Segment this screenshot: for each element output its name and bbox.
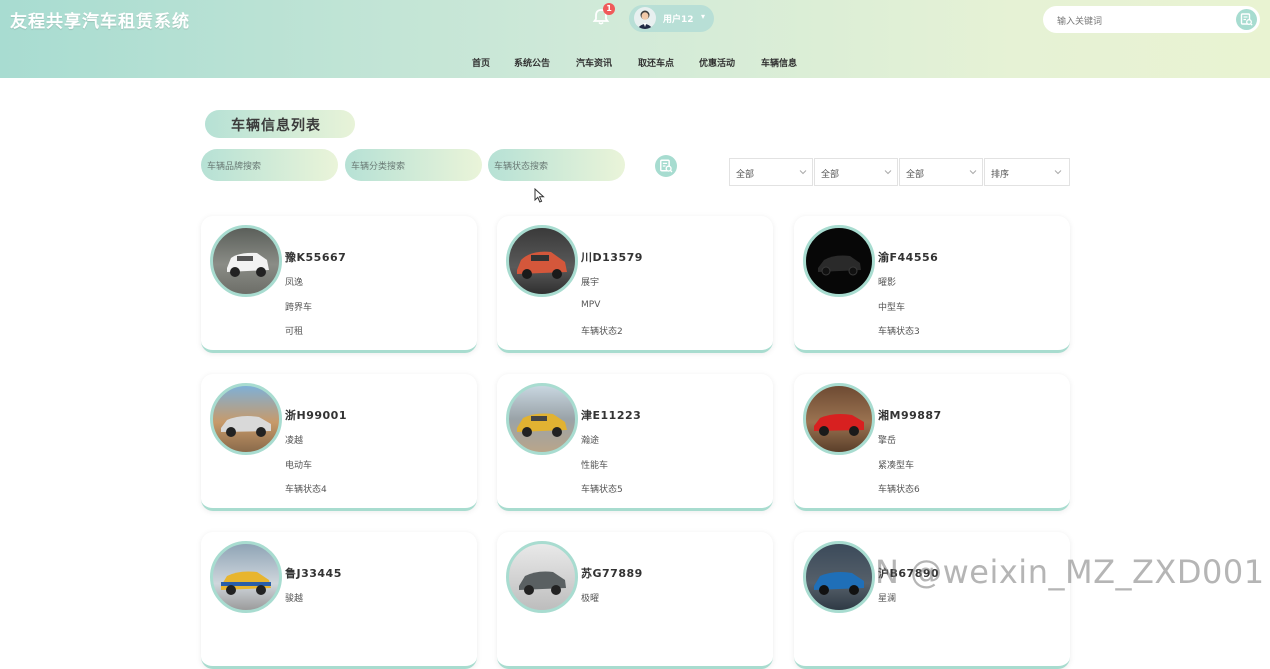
- vehicle-plate: 苏G77889: [581, 567, 643, 580]
- vehicle-brand: 凌越: [285, 436, 304, 446]
- vehicle-status: 车辆状态2: [581, 327, 623, 337]
- nav-item-car-news[interactable]: 汽车资讯: [576, 56, 612, 69]
- user-menu[interactable]: 用户12 ▾: [629, 5, 714, 32]
- vehicle-plate: 川D13579: [581, 251, 643, 264]
- mouse-cursor-icon: [534, 188, 545, 203]
- vehicle-category: 跨界车: [285, 303, 313, 313]
- header-search-input[interactable]: 输入关键词: [1057, 14, 1102, 27]
- filter-search-button[interactable]: [655, 155, 677, 177]
- header-search-button[interactable]: [1236, 9, 1257, 30]
- car-photo: [506, 383, 578, 455]
- vehicle-plate: 豫K55667: [285, 251, 347, 264]
- site-brand[interactable]: 友程共享汽车租赁系统: [10, 7, 190, 32]
- vehicle-category: 紧凑型车: [878, 461, 915, 471]
- search-icon: [660, 159, 673, 173]
- filter-select-3[interactable]: 全部: [899, 158, 983, 186]
- filter-select-1-value: 全部: [736, 170, 755, 180]
- filter-select-2-value: 全部: [821, 170, 840, 180]
- car-photo: [506, 541, 578, 613]
- main-nav: 首页 系统公告 汽车资讯 取还车点 优惠活动 车辆信息: [0, 56, 1270, 70]
- chevron-down-icon: [799, 170, 807, 175]
- vehicle-category: MPV: [581, 300, 601, 310]
- vehicle-card[interactable]: 苏G77889 极曜: [497, 532, 773, 669]
- chevron-down-icon: [884, 170, 892, 175]
- vehicle-card[interactable]: 津E11223 瀚途 性能车 车辆状态5: [497, 374, 773, 511]
- vehicle-status: 车辆状态4: [285, 485, 327, 495]
- filter-select-1[interactable]: 全部: [729, 158, 813, 186]
- page-title: 车辆信息列表: [231, 118, 321, 134]
- brand-search-placeholder: 车辆品牌搜索: [207, 162, 262, 172]
- vehicle-brand: 凤逸: [285, 278, 304, 288]
- watermark-text: N @weixin_MZ_ZXD001: [875, 553, 1265, 591]
- vehicle-brand: 展宇: [581, 278, 600, 288]
- top-header: 友程共享汽车租赁系统 1 用户12 ▾ 输入关键词 首页 系统公告 汽车资讯 取…: [0, 0, 1270, 78]
- vehicle-card[interactable]: 豫K55667 凤逸 跨界车 可租: [201, 216, 477, 353]
- notification-badge: 1: [603, 3, 615, 15]
- car-photo: [506, 225, 578, 297]
- user-avatar: [634, 7, 656, 29]
- vehicle-plate: 湘M99887: [878, 409, 942, 422]
- chevron-down-icon: ▾: [701, 12, 706, 21]
- vehicle-category: 电动车: [285, 461, 313, 471]
- car-photo: [803, 383, 875, 455]
- car-photo: [803, 225, 875, 297]
- nav-item-vehicles[interactable]: 车辆信息: [761, 56, 797, 69]
- car-photo: [803, 541, 875, 613]
- nav-item-pickup-points[interactable]: 取还车点: [638, 56, 674, 69]
- section-title: 车辆信息列表: [205, 110, 355, 138]
- brand-search-input[interactable]: 车辆品牌搜索: [201, 149, 338, 181]
- car-photo: [210, 383, 282, 455]
- chevron-down-icon: [1054, 170, 1062, 175]
- vehicle-category: 性能车: [581, 461, 609, 471]
- vehicle-brand: 极曜: [581, 594, 600, 604]
- nav-item-promotions[interactable]: 优惠活动: [699, 56, 735, 69]
- search-icon: [1240, 13, 1253, 26]
- filter-select-3-value: 全部: [906, 170, 925, 180]
- sort-select[interactable]: 排序: [984, 158, 1070, 186]
- nav-item-announcements[interactable]: 系统公告: [514, 56, 550, 69]
- vehicle-status: 车辆状态3: [878, 327, 920, 337]
- vehicle-brand: 瀚途: [581, 436, 600, 446]
- category-search-placeholder: 车辆分类搜索: [351, 162, 406, 172]
- vehicle-brand: 曜影: [878, 278, 897, 288]
- vehicle-plate: 渝F44556: [878, 251, 939, 264]
- user-name: 用户12: [663, 15, 694, 25]
- vehicle-status: 可租: [285, 327, 304, 337]
- category-search-input[interactable]: 车辆分类搜索: [345, 149, 482, 181]
- sort-select-value: 排序: [991, 170, 1010, 180]
- vehicle-card[interactable]: 湘M99887 擎岳 紧凑型车 车辆状态6: [794, 374, 1070, 511]
- vehicle-plate: 鲁J33445: [285, 567, 342, 580]
- vehicle-card[interactable]: 川D13579 展宇 MPV 车辆状态2: [497, 216, 773, 353]
- vehicle-brand: 骏越: [285, 594, 304, 604]
- vehicle-category: 中型车: [878, 303, 906, 313]
- vehicle-status: 车辆状态5: [581, 485, 623, 495]
- chevron-down-icon: [969, 170, 977, 175]
- filter-select-2[interactable]: 全部: [814, 158, 898, 186]
- status-search-placeholder: 车辆状态搜索: [494, 162, 549, 172]
- vehicle-card[interactable]: 渝F44556 曜影 中型车 车辆状态3: [794, 216, 1070, 353]
- vehicle-brand: 擎岳: [878, 436, 897, 446]
- car-photo: [210, 541, 282, 613]
- vehicle-brand: 星澜: [878, 594, 897, 604]
- car-photo: [210, 225, 282, 297]
- header-search: 输入关键词: [1043, 6, 1260, 33]
- nav-item-home[interactable]: 首页: [472, 56, 490, 69]
- vehicle-status: 车辆状态6: [878, 485, 920, 495]
- status-search-input[interactable]: 车辆状态搜索: [488, 149, 625, 181]
- vehicle-card[interactable]: 浙H99001 凌越 电动车 车辆状态4: [201, 374, 477, 511]
- vehicle-plate: 浙H99001: [285, 409, 347, 422]
- vehicle-plate: 津E11223: [581, 409, 642, 422]
- vehicle-card[interactable]: 鲁J33445 骏越: [201, 532, 477, 669]
